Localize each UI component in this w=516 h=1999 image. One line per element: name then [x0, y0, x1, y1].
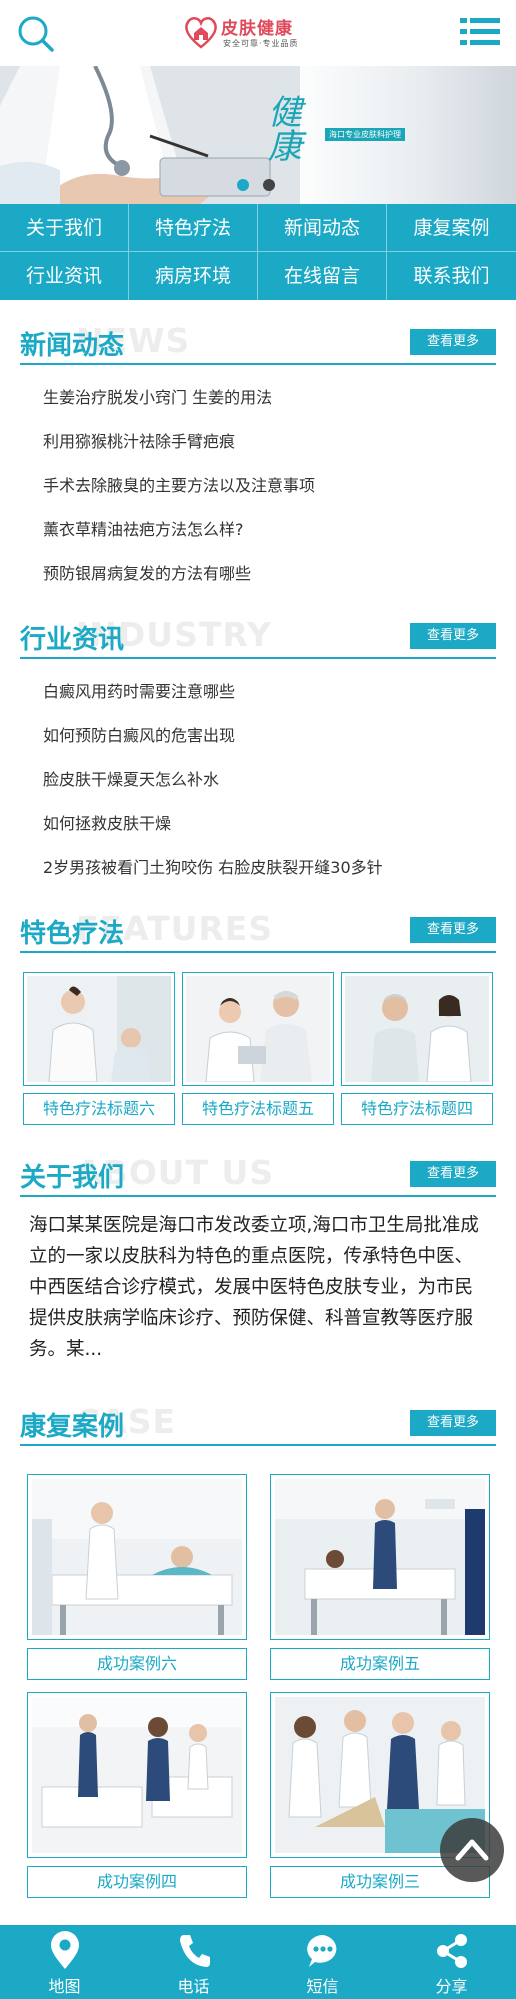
feature-card[interactable]: 特色疗法标题六: [23, 972, 175, 1125]
banner-tag: 海口专业皮肤科护理: [325, 128, 405, 141]
back-to-top-button[interactable]: [440, 1818, 504, 1882]
footer-map-label: 地图: [48, 1977, 81, 1996]
case-image: [270, 1474, 490, 1640]
cases-more-button[interactable]: 查看更多: [410, 1410, 496, 1436]
nav-item-industry[interactable]: 行业资讯: [0, 252, 129, 300]
footer-share-label: 分享: [435, 1977, 468, 1996]
nav-item-wards[interactable]: 病房环境: [129, 252, 258, 300]
footer-sms-button[interactable]: 短信: [258, 1925, 387, 1999]
header: 皮肤健康 安全可靠·专业品质: [0, 0, 516, 66]
industry-title: 行业资讯: [20, 625, 125, 655]
cases-title: 康复案例: [20, 1412, 125, 1442]
feature-card[interactable]: 特色疗法标题五: [182, 972, 334, 1125]
news-item[interactable]: 利用猕猴桃汁祛除手臂疤痕: [43, 420, 473, 464]
footer-sms-label: 短信: [306, 1977, 339, 1996]
news-item[interactable]: 生姜治疗脱发小窍门 生姜的用法: [43, 376, 473, 420]
industry-item[interactable]: 如何拯救皮肤干燥: [43, 802, 473, 846]
slider-dot[interactable]: [263, 179, 275, 191]
features-section-header: FEATURES 特色疗法 查看更多: [20, 903, 496, 953]
feature-image: [23, 972, 175, 1086]
case-image: [27, 1474, 247, 1640]
features-more-button[interactable]: 查看更多: [410, 917, 496, 943]
nav-item-features[interactable]: 特色疗法: [129, 204, 258, 252]
message-icon: [307, 1935, 337, 1967]
about-more-button[interactable]: 查看更多: [410, 1161, 496, 1187]
hero-banner[interactable]: 健康 海口专业皮肤科护理: [0, 66, 516, 204]
industry-item[interactable]: 白癜风用药时需要注意哪些: [43, 670, 473, 714]
industry-section-header: INDUSTRY 行业资讯 查看更多: [20, 609, 496, 659]
news-item[interactable]: 预防银屑病复发的方法有哪些: [43, 552, 473, 596]
footer-phone-button[interactable]: 电话: [129, 1925, 258, 1999]
news-section-header: NEWS 新闻动态 查看更多: [20, 315, 496, 365]
feature-caption: 特色疗法标题四: [341, 1093, 493, 1125]
cases-section-header: CASE 康复案例 查看更多: [20, 1396, 496, 1446]
industry-item[interactable]: 2岁男孩被看门土狗咬伤 右脸皮肤裂开缝30多针: [43, 846, 473, 890]
industry-item[interactable]: 脸皮肤干燥夏天怎么补水: [43, 758, 473, 802]
feature-card[interactable]: 特色疗法标题四: [341, 972, 493, 1125]
nav-item-contact[interactable]: 联系我们: [387, 252, 516, 300]
bottom-toolbar: 地图 电话 短信 分享: [0, 1925, 516, 1999]
search-icon[interactable]: [16, 14, 56, 54]
logo-name: 皮肤健康: [221, 19, 293, 39]
feature-image: [182, 972, 334, 1086]
about-section-header: ABOUT US 关于我们 查看更多: [20, 1147, 496, 1197]
features-title: 特色疗法: [20, 919, 125, 949]
news-item[interactable]: 手术去除腋臭的主要方法以及注意事项: [43, 464, 473, 508]
nav-item-message[interactable]: 在线留言: [258, 252, 387, 300]
banner-calligraphy: 健康: [268, 93, 302, 167]
news-more-button[interactable]: 查看更多: [410, 329, 496, 355]
news-list: 生姜治疗脱发小窍门 生姜的用法 利用猕猴桃汁祛除手臂疤痕 手术去除腋臭的主要方法…: [43, 376, 473, 596]
nav-item-about[interactable]: 关于我们: [0, 204, 129, 252]
footer-share-button[interactable]: 分享: [387, 1925, 516, 1999]
footer-map-button[interactable]: 地图: [0, 1925, 129, 1999]
menu-icon[interactable]: [460, 14, 500, 50]
about-title: 关于我们: [20, 1163, 125, 1193]
case-caption: 成功案例四: [27, 1866, 247, 1898]
industry-list: 白癜风用药时需要注意哪些 如何预防白癜风的危害出现 脸皮肤干燥夏天怎么补水 如何…: [43, 670, 473, 890]
slider-dot-active[interactable]: [237, 179, 249, 191]
nav-item-news[interactable]: 新闻动态: [258, 204, 387, 252]
nav-item-cases[interactable]: 康复案例: [387, 204, 516, 252]
phone-icon: [180, 1935, 210, 1967]
feature-caption: 特色疗法标题五: [182, 1093, 334, 1125]
slider-dots: [237, 176, 289, 195]
case-caption: 成功案例五: [270, 1648, 490, 1680]
feature-image: [341, 972, 493, 1086]
feature-caption: 特色疗法标题六: [23, 1093, 175, 1125]
case-caption: 成功案例六: [27, 1648, 247, 1680]
industry-item[interactable]: 如何预防白癜风的危害出现: [43, 714, 473, 758]
share-icon: [437, 1934, 467, 1968]
heart-house-icon: [185, 17, 217, 49]
case-image: [27, 1692, 247, 1858]
industry-more-button[interactable]: 查看更多: [410, 623, 496, 649]
logo-slogan: 安全可靠·专业品质: [223, 39, 299, 48]
main-nav: 关于我们 特色疗法 新闻动态 康复案例 行业资讯 病房环境 在线留言 联系我们: [0, 204, 516, 300]
site-logo[interactable]: 皮肤健康 安全可靠·专业品质: [183, 12, 333, 56]
about-text: 海口某某医院是海口市发改委立项,海口市卫生局批准成立的一家以皮肤科为特色的重点医…: [29, 1215, 479, 1360]
map-pin-icon: [51, 1931, 79, 1969]
chevron-up-icon: [455, 1839, 489, 1861]
news-title: 新闻动态: [20, 331, 125, 361]
footer-phone-label: 电话: [177, 1977, 210, 1996]
news-item[interactable]: 薰衣草精油祛疤方法怎么样?: [43, 508, 473, 552]
